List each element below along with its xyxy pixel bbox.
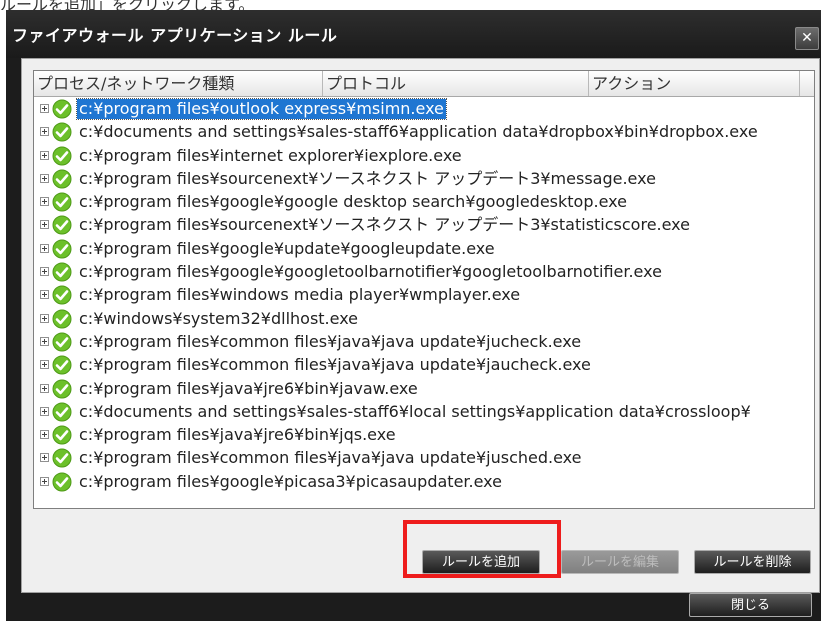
- process-path: c:¥program files¥internet explorer¥iexpl…: [79, 145, 462, 165]
- process-path: c:¥program files¥google¥update¥googleupd…: [79, 238, 495, 258]
- expand-icon[interactable]: [40, 220, 49, 230]
- expand-icon[interactable]: [40, 127, 49, 137]
- process-path: c:¥program files¥java¥jre6¥bin¥jqs.exe: [79, 425, 396, 445]
- process-path: c:¥program files¥outlook express¥msimn.e…: [76, 98, 447, 120]
- expand-icon[interactable]: [40, 243, 49, 253]
- dialog-body: プロセス/ネットワーク種類 プロトコル アクション c:¥program fil…: [21, 58, 820, 593]
- check-circle-icon: [52, 448, 72, 468]
- column-header-process[interactable]: プロセス/ネットワーク種類: [34, 71, 323, 96]
- check-circle-icon: [52, 309, 72, 329]
- table-row[interactable]: c:¥program files¥google¥update¥googleupd…: [34, 238, 814, 261]
- dialog-title: ファイアウォール アプリケーション ルール: [12, 26, 338, 45]
- table-row[interactable]: c:¥documents and settings¥sales-staff6¥a…: [34, 121, 814, 144]
- application-rules-list[interactable]: プロセス/ネットワーク種類 プロトコル アクション c:¥program fil…: [33, 70, 815, 509]
- table-row[interactable]: c:¥program files¥outlook express¥msimn.e…: [34, 98, 814, 121]
- title-bar: ファイアウォール アプリケーション ルール ✕: [6, 10, 821, 58]
- table-row[interactable]: c:¥program files¥java¥jre6¥bin¥javaw.exe: [34, 378, 814, 401]
- process-path: c:¥program files¥common files¥java¥java …: [79, 331, 582, 351]
- column-header-action[interactable]: アクション: [589, 71, 800, 96]
- table-row[interactable]: c:¥windows¥system32¥dllhost.exe: [34, 308, 814, 331]
- check-circle-icon: [52, 402, 72, 422]
- table-row[interactable]: c:¥program files¥common files¥java¥java …: [34, 447, 814, 470]
- check-circle-icon: [52, 215, 72, 235]
- expand-icon[interactable]: [40, 336, 49, 346]
- table-row[interactable]: c:¥program files¥java¥jre6¥bin¥jqs.exe: [34, 424, 814, 447]
- process-path: c:¥program files¥sourcenext¥ソースネクスト アップデ…: [79, 168, 656, 188]
- process-path: c:¥program files¥common files¥java¥java …: [79, 448, 582, 468]
- edit-rule-button[interactable]: ルールを編集: [561, 550, 679, 574]
- check-circle-icon: [52, 239, 72, 259]
- check-circle-icon: [52, 169, 72, 189]
- table-row[interactable]: c:¥program files¥google¥google desktop s…: [34, 191, 814, 214]
- expand-icon[interactable]: [40, 430, 49, 440]
- check-circle-icon: [52, 379, 72, 399]
- expand-icon[interactable]: [40, 313, 49, 323]
- expand-icon[interactable]: [40, 453, 49, 463]
- expand-icon[interactable]: [40, 290, 49, 300]
- check-circle-icon: [52, 122, 72, 142]
- process-path: c:¥windows¥system32¥dllhost.exe: [79, 308, 359, 328]
- expand-icon[interactable]: [40, 383, 49, 393]
- process-path: c:¥program files¥sourcenext¥ソースネクスト アップデ…: [79, 215, 691, 235]
- expand-icon[interactable]: [40, 104, 49, 113]
- expand-icon[interactable]: [40, 406, 49, 416]
- delete-rule-button[interactable]: ルールを削除: [694, 550, 811, 574]
- expand-icon[interactable]: [40, 476, 49, 486]
- table-row[interactable]: c:¥documents and settings¥sales-staff6¥l…: [34, 401, 814, 424]
- process-path: c:¥documents and settings¥sales-staff6¥a…: [79, 122, 758, 142]
- process-path: c:¥program files¥google¥picasa3¥picasaup…: [79, 471, 502, 491]
- table-row[interactable]: c:¥program files¥common files¥java¥java …: [34, 354, 814, 377]
- close-button[interactable]: 閉じる: [689, 593, 812, 617]
- check-circle-icon: [52, 332, 72, 352]
- expand-icon[interactable]: [40, 173, 49, 183]
- process-path: c:¥program files¥google¥googletoolbarnot…: [79, 262, 662, 282]
- table-row[interactable]: c:¥program files¥sourcenext¥ソースネクスト アップデ…: [34, 168, 814, 191]
- table-row[interactable]: c:¥program files¥internet explorer¥iexpl…: [34, 145, 814, 168]
- check-circle-icon: [52, 262, 72, 282]
- process-path: c:¥documents and settings¥sales-staff6¥l…: [79, 401, 751, 421]
- close-icon[interactable]: ✕: [795, 27, 819, 50]
- expand-icon[interactable]: [40, 197, 49, 207]
- check-circle-icon: [52, 285, 72, 305]
- expand-icon[interactable]: [40, 150, 49, 160]
- check-circle-icon: [52, 355, 72, 375]
- check-circle-icon: [52, 472, 72, 492]
- table-row[interactable]: c:¥program files¥sourcenext¥ソースネクスト アップデ…: [34, 214, 814, 237]
- caption-text: ルールを追加」をクリックします。: [0, 0, 255, 10]
- table-row[interactable]: c:¥program files¥google¥googletoolbarnot…: [34, 261, 814, 284]
- process-path: c:¥program files¥windows media player¥wm…: [79, 285, 521, 305]
- check-circle-icon: [52, 146, 72, 166]
- expand-icon[interactable]: [40, 360, 49, 370]
- table-row[interactable]: c:¥program files¥common files¥java¥java …: [34, 331, 814, 354]
- rule-rows: c:¥program files¥outlook express¥msimn.e…: [34, 98, 814, 494]
- process-path: c:¥program files¥google¥google desktop s…: [79, 192, 627, 212]
- callout-highlight-box: [403, 520, 561, 578]
- process-path: c:¥program files¥java¥jre6¥bin¥javaw.exe: [79, 378, 418, 398]
- list-header: プロセス/ネットワーク種類 プロトコル アクション: [34, 71, 814, 97]
- expand-icon[interactable]: [40, 267, 49, 277]
- check-circle-icon: [52, 425, 72, 445]
- background-caption: ルールを追加」をクリックします。: [0, 0, 821, 10]
- check-circle-icon: [52, 192, 72, 212]
- process-path: c:¥program files¥common files¥java¥java …: [79, 355, 591, 375]
- table-row[interactable]: c:¥program files¥google¥picasa3¥picasaup…: [34, 471, 814, 494]
- table-row[interactable]: c:¥program files¥windows media player¥wm…: [34, 284, 814, 307]
- column-header-protocol[interactable]: プロトコル: [323, 71, 589, 96]
- check-circle-icon: [52, 99, 72, 119]
